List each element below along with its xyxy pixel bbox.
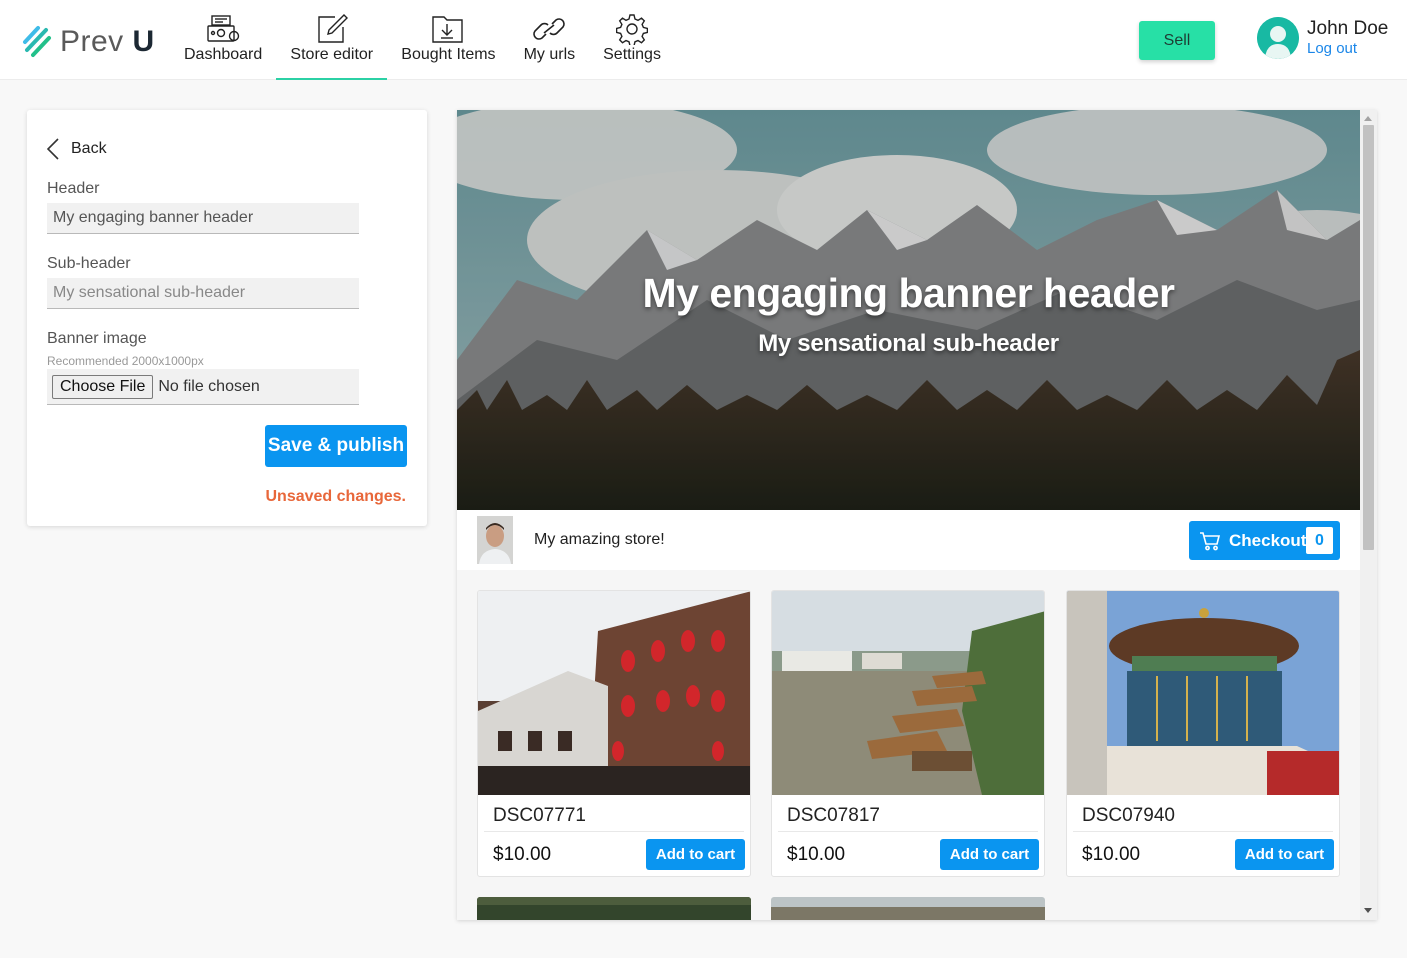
cash-register-icon — [207, 15, 240, 42]
nav-label: Bought Items — [401, 46, 496, 63]
product-image — [772, 591, 1044, 795]
product-card[interactable]: DSC07940 $10.00 Add to cart — [1066, 590, 1340, 877]
banner-image-label: Banner image — [47, 330, 147, 347]
add-to-cart-button[interactable]: Add to cart — [646, 839, 745, 870]
nav-item-store-editor[interactable]: Store editor — [276, 0, 388, 80]
download-folder-icon — [432, 16, 464, 43]
save-publish-button[interactable]: Save & publish — [265, 425, 407, 467]
nav-label: Dashboard — [184, 46, 263, 63]
nav-item-settings[interactable]: Settings — [589, 0, 675, 80]
product-card[interactable] — [477, 897, 751, 920]
store-owner-avatar — [477, 516, 513, 564]
product-image — [1067, 591, 1339, 795]
store-preview: My engaging banner header My sensational… — [457, 110, 1377, 920]
product-card[interactable]: DSC07771 $10.00 Add to cart — [477, 590, 751, 877]
back-button[interactable]: Back — [47, 138, 107, 160]
gear-icon — [616, 14, 649, 45]
banner-image-hint: Recommended 2000x1000px — [47, 354, 204, 368]
banner-title: My engaging banner header — [642, 270, 1176, 316]
prevu-logo[interactable]: Prev U — [22, 22, 155, 62]
nav-item-bought-items[interactable]: Bought Items — [387, 0, 509, 80]
top-navigation-bar: Prev U Dashboard Store editor Bought Ite… — [0, 0, 1407, 80]
user-name: John Doe — [1307, 18, 1389, 39]
product-image — [477, 897, 751, 920]
sell-button[interactable]: Sell — [1139, 21, 1215, 60]
banner-file-input: Choose File No file chosen — [47, 369, 359, 405]
add-to-cart-button[interactable]: Add to cart — [1235, 839, 1334, 870]
user-silhouette-icon — [1257, 17, 1299, 59]
product-price: $10.00 — [787, 844, 846, 865]
product-image — [771, 897, 1045, 920]
avatar[interactable] — [1257, 17, 1299, 59]
divider — [1073, 831, 1333, 832]
header-field-label: Header — [47, 180, 100, 197]
product-title: DSC07940 — [1082, 805, 1175, 826]
logout-link[interactable]: Log out — [1307, 40, 1388, 58]
product-card[interactable]: DSC07817 $10.00 Add to cart — [771, 590, 1045, 877]
scroll-down-arrow-icon[interactable] — [1364, 908, 1372, 913]
product-image — [478, 591, 750, 795]
divider — [484, 831, 744, 832]
nav-label: Settings — [603, 46, 661, 63]
subheader-field-label: Sub-header — [47, 255, 131, 272]
divider — [778, 831, 1038, 832]
product-title: DSC07817 — [787, 805, 880, 826]
scrollbar-thumb[interactable] — [1363, 125, 1374, 550]
cart-count-badge: 0 — [1306, 527, 1333, 554]
nav-item-dashboard[interactable]: Dashboard — [170, 0, 276, 80]
nav-item-my-urls[interactable]: My urls — [510, 0, 590, 80]
user-menu: John Doe Log out — [1257, 17, 1388, 59]
nav-label: Store editor — [290, 46, 374, 63]
store-info-bar: My amazing store! Checkout 0 — [457, 510, 1360, 570]
unsaved-changes-notice: Unsaved changes. — [265, 488, 407, 505]
file-status: No file chosen — [158, 377, 260, 395]
checkout-label: Checkout — [1229, 530, 1307, 550]
store-editor-panel: Back Header Sub-header Banner image Reco… — [27, 110, 427, 526]
checkout-button[interactable]: Checkout 0 — [1189, 521, 1340, 560]
nav-label: My urls — [523, 46, 576, 63]
banner-subtitle: My sensational sub-header — [758, 330, 1059, 357]
choose-file-button[interactable]: Choose File — [52, 374, 154, 399]
person-photo-icon — [477, 516, 513, 564]
scroll-up-arrow-icon[interactable] — [1364, 116, 1372, 121]
product-price: $10.00 — [1082, 844, 1141, 865]
store-banner: My engaging banner header My sensational… — [457, 110, 1360, 510]
product-title: DSC07771 — [493, 805, 586, 826]
logo-stripes-icon — [23, 26, 51, 57]
subheader-input[interactable] — [47, 278, 359, 309]
store-name: My amazing store! — [534, 531, 665, 548]
link-icon — [533, 18, 566, 40]
logo-text: Prev U — [60, 25, 155, 58]
header-input[interactable] — [47, 203, 359, 234]
chevron-left-icon — [47, 138, 59, 160]
product-price: $10.00 — [493, 844, 552, 865]
edit-icon — [318, 14, 348, 43]
main-nav: Dashboard Store editor Bought Items My u… — [170, 0, 675, 80]
add-to-cart-button[interactable]: Add to cart — [940, 839, 1039, 870]
cart-icon — [1200, 531, 1221, 550]
product-card[interactable] — [771, 897, 1045, 920]
back-label: Back — [71, 140, 107, 157]
